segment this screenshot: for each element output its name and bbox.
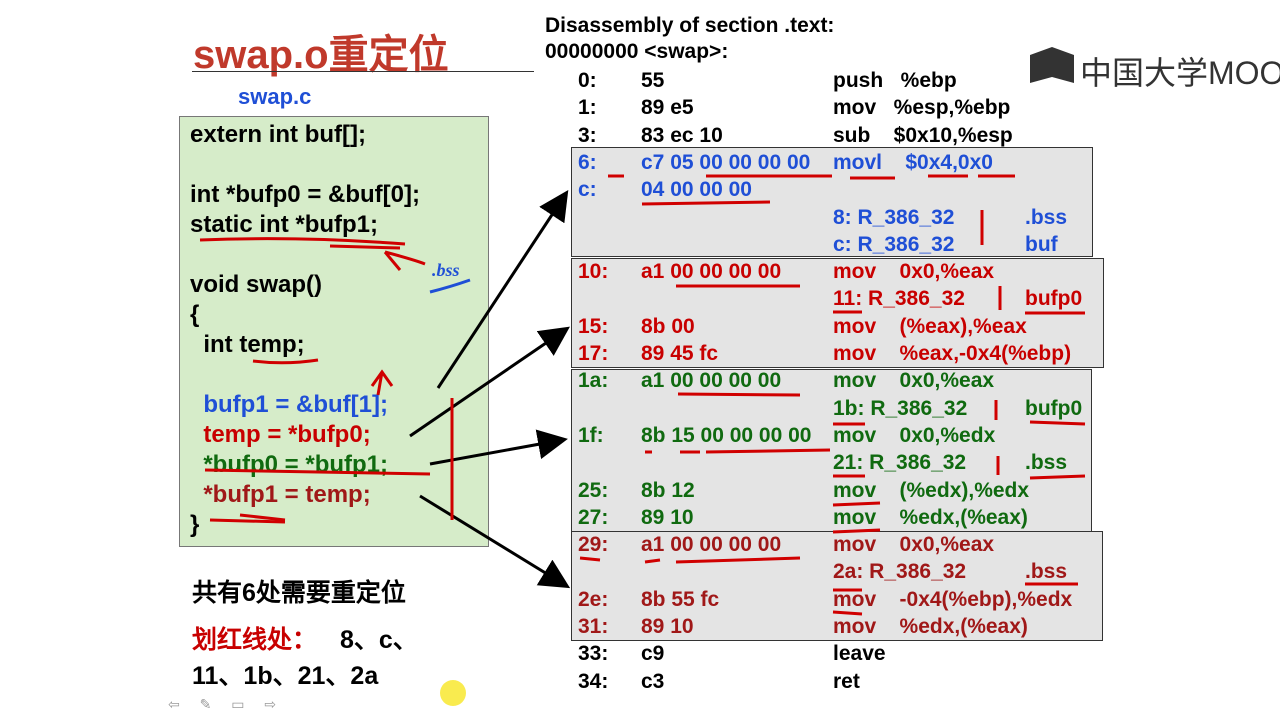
- arrow-bufp1-to-29: [419, 494, 571, 589]
- arrow-bufp1-to-6: [436, 189, 569, 389]
- arrow-bufp0-to-1a: [429, 429, 568, 466]
- annotation-overlay: .bss: [199, 174, 1086, 616]
- arrow-temp-to-10: [409, 326, 570, 438]
- bss-handwritten-note: .bss: [432, 260, 460, 280]
